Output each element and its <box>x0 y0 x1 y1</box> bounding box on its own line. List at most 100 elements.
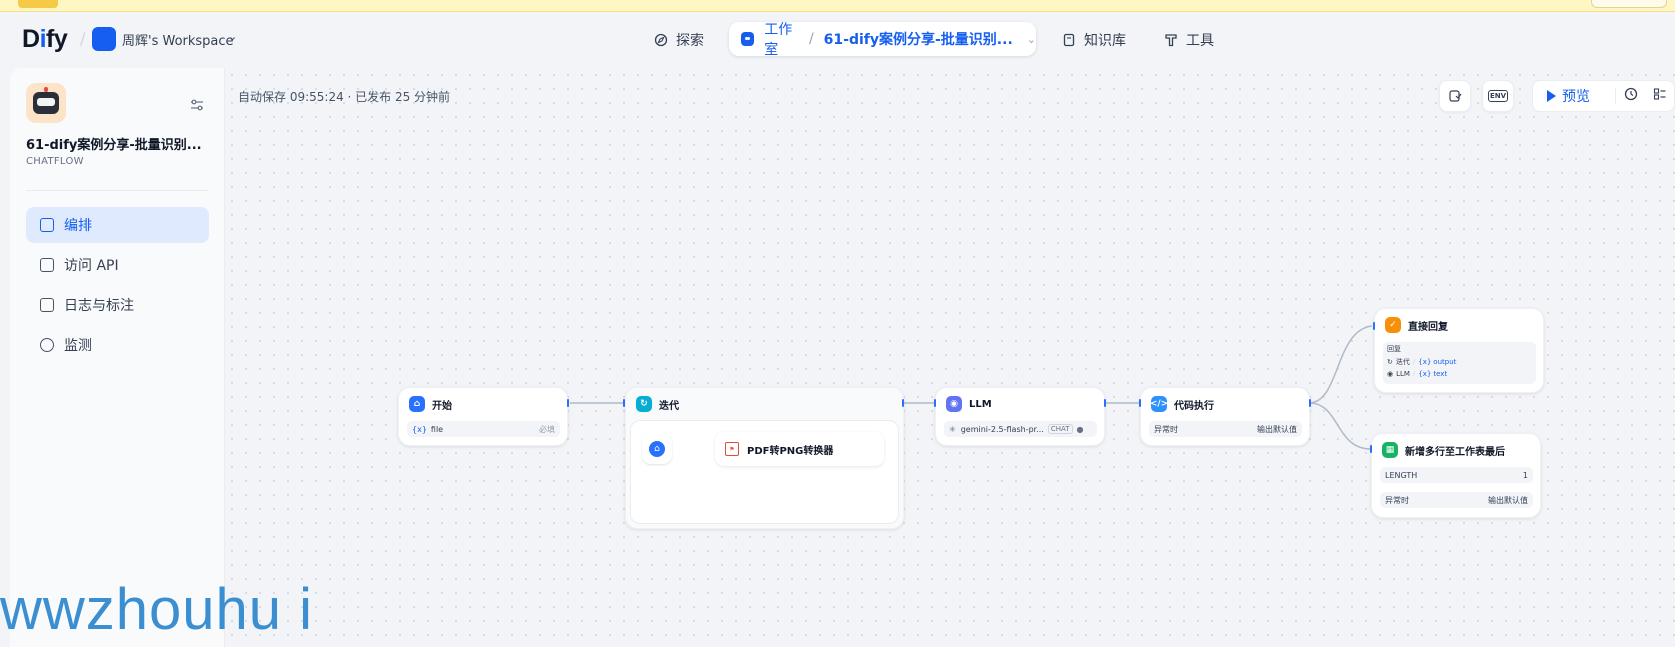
input-handle[interactable] <box>623 399 625 407</box>
error-handling: 异常时 输出默认值 <box>1380 492 1533 508</box>
compass-icon <box>654 33 668 47</box>
variable-icon: {x} <box>1418 370 1432 378</box>
top-banner <box>0 0 1675 12</box>
workflow-canvas[interactable]: 自动保存 09:55:24 · 已发布 25 分钟前 ENV 预览 ⌂ 开始 {… <box>225 68 1675 647</box>
current-app-name[interactable]: 61-dify案例分享-批量识别... <box>824 29 1013 49</box>
answer-row: ↻ 迭代 / {x} output <box>1387 358 1457 366</box>
node-iteration[interactable]: ↻ 迭代 ⌂ ⚑ PDF转PNG转换器 <box>625 387 904 529</box>
home-icon: ⌂ <box>409 396 425 412</box>
pdf-icon: ⚑ <box>725 442 739 456</box>
home-icon: ⌂ <box>649 441 665 457</box>
workspace-name[interactable]: 周辉's Workspace <box>122 30 234 49</box>
sidebar-divider <box>26 190 208 191</box>
nav-explore[interactable]: 探索 <box>654 26 704 54</box>
start-variable: {x} file 必填 <box>407 421 560 437</box>
sidebar-item-monitor[interactable]: 监测 <box>26 327 209 363</box>
node-title: 直接回复 <box>1408 321 1448 333</box>
variable-name: file <box>430 424 444 434</box>
node-llm[interactable]: ◉ LLM ✳ gemini-2.5-flash-pr... CHAT ● <box>935 387 1105 446</box>
sidebar-item-logs[interactable]: 日志与标注 <box>26 287 209 323</box>
input-handle[interactable] <box>1370 445 1372 453</box>
node-title: LLM <box>969 398 992 410</box>
error-label: 异常时 <box>1385 495 1409 505</box>
app-sidebar: 61-dify案例分享-批量识别... CHATFLOW 编排 访问 API 日… <box>10 68 225 647</box>
app-title: 61-dify案例分享-批量识别... <box>26 138 202 153</box>
watermark: wwzhouhu i <box>0 577 314 642</box>
settings-sliders-icon[interactable] <box>190 98 204 112</box>
sidebar-item-orchestrate[interactable]: 编排 <box>26 207 209 243</box>
error-value: 输出默认值 <box>1257 424 1297 434</box>
nav-tools[interactable]: 工具 <box>1164 26 1214 54</box>
chevron-down-icon[interactable]: ⌄ <box>228 30 237 43</box>
logo-divider: / <box>80 29 86 48</box>
code-icon: </> <box>1150 396 1168 412</box>
robot-icon <box>741 32 755 46</box>
answer-source: LLM <box>1396 370 1410 378</box>
answer-source: 迭代 <box>1395 358 1410 366</box>
answer-variable: output <box>1433 358 1457 366</box>
chevron-down-icon[interactable]: ⌄ <box>1027 33 1036 46</box>
variable-icon: {x} <box>1418 358 1432 366</box>
answer-row: ◉ LLM / {x} text <box>1387 370 1448 378</box>
llm-icon: ◉ <box>946 396 962 412</box>
nav-knowledge[interactable]: 知识库 <box>1062 26 1126 54</box>
iteration-start[interactable]: ⌂ <box>642 434 672 464</box>
output-handle[interactable] <box>902 399 904 407</box>
top-header: Dify / 周辉's Workspace ⌄ 探索 工作室 / 61-dify… <box>0 12 1675 68</box>
answer-variable: text <box>1433 370 1448 378</box>
breadcrumb-separator: / <box>808 31 814 47</box>
input-handle[interactable] <box>934 399 936 407</box>
gauge-icon <box>40 338 54 352</box>
node-code[interactable]: </> 代码执行 异常时 输出默认值 <box>1140 387 1310 446</box>
model-icon: ✳ <box>949 424 956 434</box>
answer-label: 回复 <box>1387 345 1401 353</box>
nav-studio-label: 工作室 <box>764 22 793 58</box>
error-handling: 异常时 输出默认值 <box>1149 421 1302 437</box>
sheet-icon: ▦ <box>1382 442 1398 458</box>
output-handle[interactable] <box>1309 399 1311 407</box>
output-handle[interactable] <box>1104 399 1106 407</box>
layout-icon <box>40 218 54 232</box>
banner-button[interactable] <box>1591 0 1667 8</box>
node-title: 代码执行 <box>1174 400 1214 412</box>
nav-tools-label: 工具 <box>1186 33 1214 49</box>
loop-icon: ↻ <box>636 396 652 412</box>
sidebar-item-label: 编排 <box>64 218 92 234</box>
node-title: 开始 <box>432 400 452 412</box>
banner-chip <box>18 0 58 8</box>
input-handle[interactable] <box>1373 322 1375 330</box>
param-name: LENGTH <box>1385 470 1418 480</box>
node-append-rows[interactable]: ▦ 新增多行至工作表最后 LENGTH 1 异常时 输出默认值 <box>1371 433 1541 518</box>
llm-icon: ◉ <box>1387 370 1394 378</box>
required-badge: 必填 <box>539 424 555 434</box>
node-pdf-converter[interactable]: ⚑ PDF转PNG转换器 <box>715 432 884 466</box>
error-label: 异常时 <box>1154 424 1178 434</box>
workspace-icon <box>92 27 116 51</box>
nav-explore-label: 探索 <box>676 33 704 49</box>
app-type: CHATFLOW <box>26 156 84 167</box>
dify-logo[interactable]: Dify <box>22 25 68 54</box>
terminal-icon <box>40 258 54 272</box>
eye-icon[interactable]: ● <box>1077 425 1084 434</box>
input-handle[interactable] <box>1139 399 1141 407</box>
output-handle[interactable] <box>567 399 569 407</box>
hammer-icon <box>1164 33 1178 47</box>
model-name: gemini-2.5-flash-pr... <box>960 424 1044 434</box>
reply-icon: ✓ <box>1385 317 1401 333</box>
sidebar-item-label: 监测 <box>64 338 92 354</box>
sidebar-item-api[interactable]: 访问 API <box>26 247 209 283</box>
node-answer[interactable]: ✓ 直接回复 回复 ↻ 迭代 / {x} output ◉ LLM / {x} … <box>1374 308 1544 393</box>
variable-icon: {x} <box>412 424 427 434</box>
node-start[interactable]: ⌂ 开始 {x} file 必填 <box>398 387 568 446</box>
append-param: LENGTH 1 <box>1380 467 1533 483</box>
nav-studio[interactable]: 工作室 / 61-dify案例分享-批量识别... ⌄ <box>729 22 1036 58</box>
llm-model: ✳ gemini-2.5-flash-pr... CHAT ● <box>944 421 1097 437</box>
robot-icon <box>33 87 59 114</box>
app-avatar <box>26 83 66 123</box>
loop-icon: ↻ <box>1387 358 1393 366</box>
node-title: 迭代 <box>659 400 679 412</box>
sidebar-item-label: 日志与标注 <box>64 298 134 314</box>
node-title: 新增多行至工作表最后 <box>1405 446 1505 458</box>
error-value: 输出默认值 <box>1488 495 1528 505</box>
sidebar-item-label: 访问 API <box>64 258 119 274</box>
